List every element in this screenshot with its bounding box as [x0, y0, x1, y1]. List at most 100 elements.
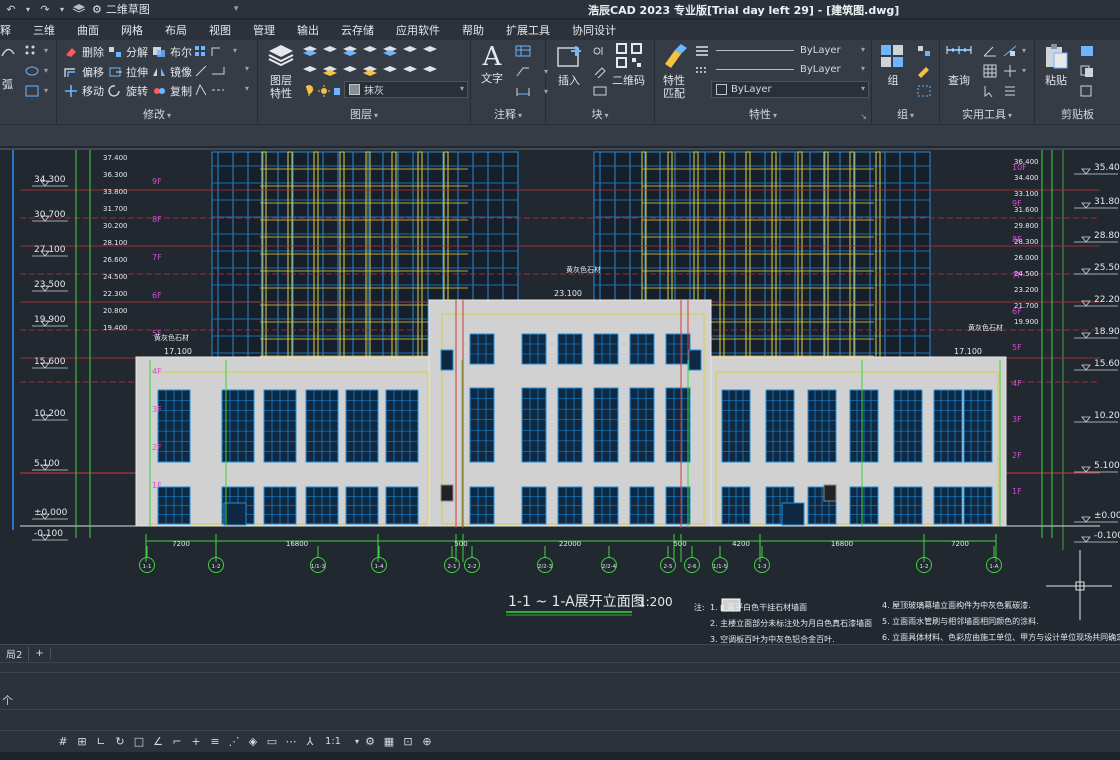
rotate-button[interactable]: 旋转 — [107, 83, 148, 99]
lineweight-toggle-icon[interactable]: ≡ — [207, 734, 223, 749]
layout-tab[interactable]: 局2 — [0, 646, 30, 661]
group-select-icon[interactable] — [916, 84, 932, 98]
chevron-down-icon[interactable]: ▾ — [245, 64, 249, 73]
layer-panel-title[interactable]: 图层 ▾ — [258, 106, 470, 122]
layer-tools-row-2[interactable] — [302, 64, 452, 78]
group-button[interactable]: 组 — [878, 42, 908, 87]
ungroup-icon[interactable] — [916, 44, 932, 58]
color-combo[interactable]: ByLayer ▾ — [711, 81, 869, 98]
text-button[interactable]: A 文字 — [481, 42, 503, 85]
cut-icon[interactable] — [1079, 44, 1095, 58]
angle-icon[interactable] — [982, 44, 998, 58]
selection-cycling-icon[interactable]: ◈ — [245, 734, 261, 749]
annotation-monitor-icon[interactable]: ⋯ — [283, 734, 299, 749]
arc-icon[interactable] — [0, 44, 16, 58]
stretch-button[interactable]: 拉伸 — [107, 64, 148, 80]
workspace-selector[interactable]: ⚙ 二维草图 ▾ — [92, 1, 238, 17]
otrack-icon[interactable]: ∠ — [150, 734, 166, 749]
id-point-icon[interactable] — [1002, 64, 1018, 78]
group-panel-title[interactable]: 组 ▾ — [872, 106, 939, 122]
ducs-icon[interactable]: ⌐ — [169, 734, 185, 749]
utilities-panel-title[interactable]: 实用工具 ▾ — [940, 106, 1034, 122]
copy-clip-icon[interactable] — [1079, 64, 1095, 78]
copy-button[interactable]: 复制 — [151, 83, 192, 99]
menu-item[interactable]: 三维 — [22, 22, 66, 38]
transparency-icon[interactable]: ⋰ — [226, 734, 242, 749]
area-icon[interactable] — [1002, 44, 1018, 58]
explode-button[interactable]: 分解 — [107, 44, 148, 60]
annotation-scale-icon[interactable]: ⅄ — [302, 734, 318, 749]
osnap-icon[interactable]: □ — [131, 734, 147, 749]
chevron-down-icon[interactable]: ▾ — [44, 46, 48, 55]
layer-properties-button[interactable]: 图层 特性 — [266, 42, 296, 100]
leader-icon[interactable]: ▾ — [515, 64, 548, 78]
block-create-icon[interactable] — [592, 44, 608, 58]
grid-icon[interactable]: # — [55, 734, 71, 749]
add-layout-button[interactable]: + — [29, 648, 51, 659]
insert-button[interactable]: 插入 — [554, 42, 584, 87]
table-icon[interactable] — [515, 44, 531, 58]
redo-dropdown-icon[interactable]: ▾ — [58, 3, 66, 15]
dimension-icon[interactable]: ▾ — [515, 84, 548, 98]
block-panel-title[interactable]: 块 ▾ — [546, 106, 654, 122]
undo-dropdown-icon[interactable]: ▾ — [24, 3, 32, 15]
lineweight-combo[interactable]: ByLayer ▾ — [711, 42, 869, 59]
fillet-icon[interactable] — [194, 83, 230, 97]
menu-item[interactable]: 释 — [0, 22, 22, 38]
model-space-icon[interactable]: ▭ — [264, 734, 280, 749]
clipboard-panel-title[interactable]: 剪贴板 — [1035, 106, 1120, 122]
menu-item[interactable]: 曲面 — [66, 22, 110, 38]
offset-button[interactable]: 偏移 — [63, 64, 104, 80]
modify-panel-title[interactable]: 修改 ▾ — [57, 106, 257, 122]
chevron-down-icon[interactable]: ▾ — [1022, 46, 1026, 55]
quick-select-icon[interactable] — [982, 84, 998, 98]
match-properties-button[interactable]: 特性 匹配 — [659, 42, 689, 100]
layer-state-icons[interactable] — [302, 84, 342, 98]
linetype-combo[interactable]: ByLayer ▾ — [711, 61, 869, 78]
ortho-icon[interactable]: ∟ — [93, 734, 109, 749]
workspace-switch-icon[interactable]: ⚙ — [362, 734, 378, 749]
snap-icon[interactable]: ⊞ — [74, 734, 90, 749]
customize-icon[interactable]: ⊕ — [419, 734, 435, 749]
dyn-icon[interactable]: + — [188, 734, 204, 749]
redo-icon[interactable]: ↷ — [38, 3, 52, 16]
mirror-button[interactable]: 镜像 — [151, 64, 192, 80]
menu-item[interactable]: 输出 — [286, 22, 330, 38]
menu-item[interactable]: 协同设计 — [561, 22, 627, 38]
copy-base-icon[interactable] — [1079, 84, 1095, 98]
isolate-icon[interactable]: ▦ — [381, 734, 397, 749]
chevron-down-icon[interactable]: ▾ — [1022, 66, 1026, 75]
menu-item[interactable]: 管理 — [242, 22, 286, 38]
dots-icon[interactable] — [24, 44, 40, 58]
annotation-scale-value[interactable]: 1:1 — [318, 734, 348, 749]
calculator-icon[interactable] — [982, 64, 998, 78]
move-button[interactable]: 移动 — [63, 83, 104, 99]
query-button[interactable]: 查询 — [944, 42, 974, 87]
group-edit-icon[interactable] — [916, 64, 932, 78]
annotation-panel-title[interactable]: 注释 ▾ — [471, 106, 545, 122]
erase-button[interactable]: 删除 — [63, 44, 104, 60]
hatch-icon[interactable] — [24, 84, 40, 98]
linetype-icon[interactable] — [695, 64, 709, 78]
list-icon[interactable] — [1002, 84, 1018, 98]
paste-button[interactable]: 粘贴 — [1041, 42, 1071, 87]
menu-item[interactable]: 云存储 — [330, 22, 385, 38]
layer-tools-row-1[interactable] — [302, 44, 452, 58]
menu-item[interactable]: 帮助 — [451, 22, 495, 38]
chevron-down-icon[interactable]: ▾ — [233, 46, 237, 55]
drawing-viewport[interactable]: 34.300 30.700 27.100 23.500 19.900 15.600 10.2… — [0, 148, 1120, 644]
lineweight-icon[interactable] — [695, 44, 709, 58]
trim-icon[interactable] — [194, 64, 230, 78]
command-line[interactable] — [0, 672, 1120, 710]
chevron-down-icon[interactable]: ▾ — [44, 86, 48, 95]
menu-item[interactable]: 视图 — [198, 22, 242, 38]
menu-item[interactable]: 网格 — [110, 22, 154, 38]
panel-launcher-icon[interactable]: ↘ — [860, 112, 867, 121]
menu-item[interactable]: 扩展工具 — [495, 22, 561, 38]
ellipse-icon[interactable] — [24, 64, 40, 78]
array-icon[interactable] — [194, 44, 230, 58]
block-attribute-icon[interactable] — [592, 84, 608, 98]
block-edit-icon[interactable] — [592, 64, 608, 78]
chevron-down-icon[interactable]: ▾ — [44, 66, 48, 75]
menu-item[interactable]: 布局 — [154, 22, 198, 38]
